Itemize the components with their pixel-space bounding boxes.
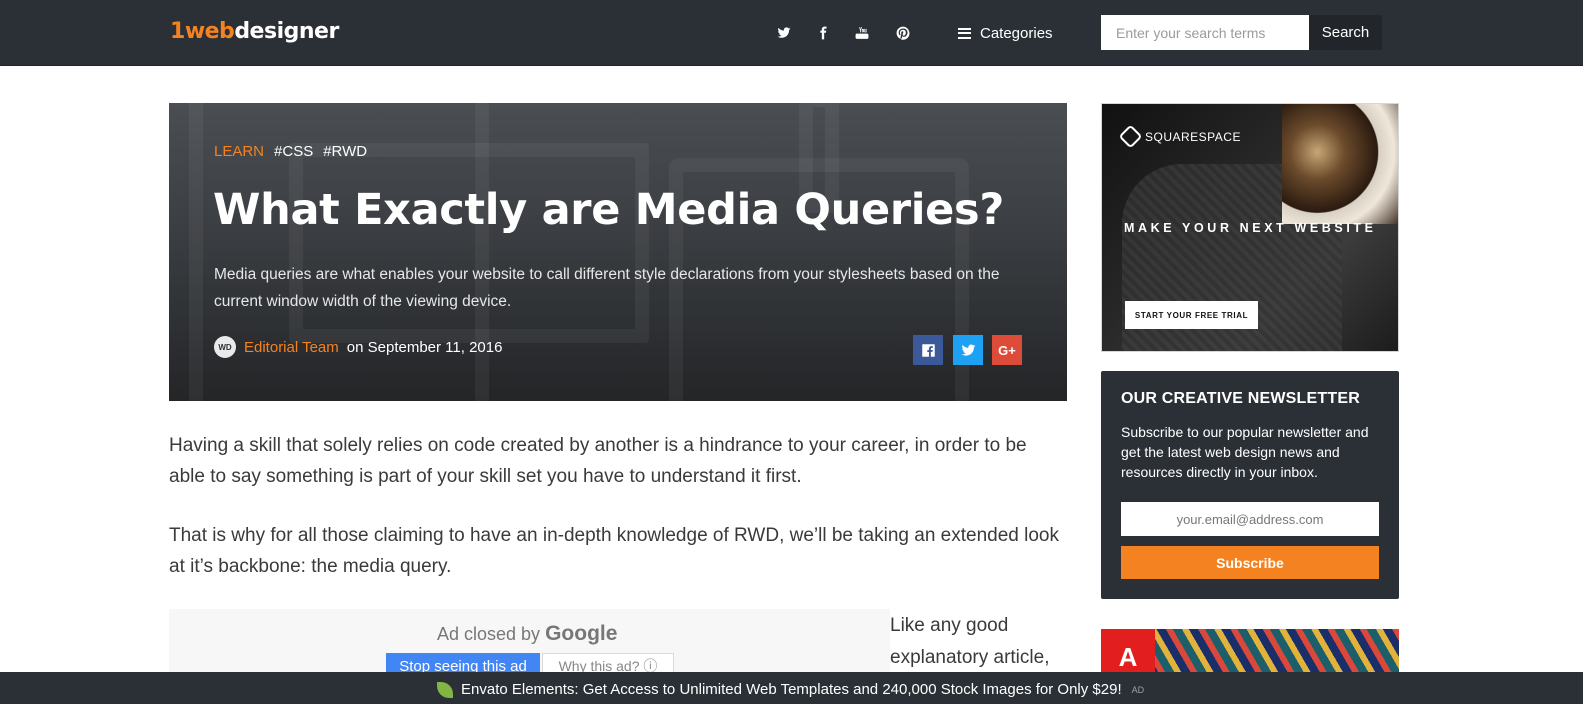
article-paragraph-3: Like any good explanatory article, <box>890 615 1050 668</box>
google-plus-icon: G+ <box>998 342 1016 358</box>
twitter-icon <box>961 344 975 356</box>
tag-learn[interactable]: LEARN <box>214 143 264 160</box>
ad-food-photo <box>1282 104 1398 224</box>
squarespace-ad[interactable]: SQUARESPACE MAKE YOUR NEXT WEBSITE START… <box>1101 103 1399 352</box>
article-hero: LEARN #CSS #RWD What Exactly are Media Q… <box>169 103 1067 401</box>
pinterest-icon[interactable] <box>894 24 912 42</box>
site-logo[interactable]: 1 web designer <box>170 19 339 47</box>
ad-closed-prefix: Ad closed by <box>437 624 541 644</box>
adobe-ad[interactable]: A <box>1101 629 1399 673</box>
ad-headline: MAKE YOUR NEXT WEBSITE <box>1124 221 1377 235</box>
share-facebook-button[interactable] <box>913 335 943 365</box>
share-twitter-button[interactable] <box>953 335 983 365</box>
twitter-icon[interactable] <box>775 24 793 42</box>
newsletter-widget: OUR CREATIVE NEWSLETTER Subscribe to our… <box>1101 371 1399 599</box>
promo-bottom-bar[interactable]: Envato Elements: Get Access to Unlimited… <box>0 672 1583 704</box>
article-paragraph-2: That is why for all those claiming to ha… <box>169 525 1059 577</box>
logo-web: web <box>184 19 235 44</box>
article-paragraph-1: Having a skill that solely relies on cod… <box>169 435 1027 487</box>
article-tags: LEARN #CSS #RWD <box>214 143 367 160</box>
promo-text: Envato Elements: Get Access to Unlimited… <box>461 681 1122 698</box>
author-avatar: WD <box>214 336 236 358</box>
tag-rwd[interactable]: #RWD <box>323 143 367 160</box>
newsletter-description: Subscribe to our popular newsletter and … <box>1121 424 1369 480</box>
categories-menu[interactable]: Categories <box>958 22 1053 44</box>
squarespace-icon <box>1118 124 1143 149</box>
top-navigation: 1 web designer Categories Search <box>0 0 1583 66</box>
adobe-logo: A <box>1101 629 1155 673</box>
facebook-icon[interactable] <box>814 24 832 42</box>
ad-label: AD <box>1131 684 1145 695</box>
share-google-plus-button[interactable]: G+ <box>992 335 1022 365</box>
search-button[interactable]: Search <box>1309 15 1382 50</box>
squarespace-brand: SQUARESPACE <box>1145 129 1241 144</box>
publish-date: on September 11, 2016 <box>346 338 503 356</box>
article-description: Media queries are what enables your webs… <box>214 266 1000 310</box>
search-input[interactable] <box>1101 15 1309 50</box>
hamburger-icon <box>958 27 971 39</box>
tag-css[interactable]: #CSS <box>274 143 313 160</box>
article-byline: WD Editorial Team on September 11, 2016 <box>214 336 502 358</box>
categories-label: Categories <box>980 24 1053 42</box>
youtube-icon[interactable] <box>853 24 871 42</box>
free-trial-button[interactable]: START YOUR FREE TRIAL <box>1125 301 1258 329</box>
author-link[interactable]: Editorial Team <box>244 339 339 356</box>
logo-designer: designer <box>234 19 339 44</box>
promo-content: Envato Elements: Get Access to Unlimited… <box>437 681 1144 698</box>
google-logo: Google <box>545 622 618 645</box>
logo-one: 1 <box>170 19 185 44</box>
squarespace-logo: SQUARESPACE <box>1118 124 1241 149</box>
facebook-icon <box>921 343 935 357</box>
subscribe-button[interactable]: Subscribe <box>1121 546 1379 579</box>
article-title: What Exactly are Media Queries? <box>213 185 1004 235</box>
ad-closed-message: Ad closed by Google <box>437 622 617 646</box>
newsletter-title: OUR CREATIVE NEWSLETTER <box>1121 390 1360 407</box>
newsletter-email-input[interactable] <box>1121 502 1379 536</box>
envato-leaf-icon <box>437 681 453 698</box>
